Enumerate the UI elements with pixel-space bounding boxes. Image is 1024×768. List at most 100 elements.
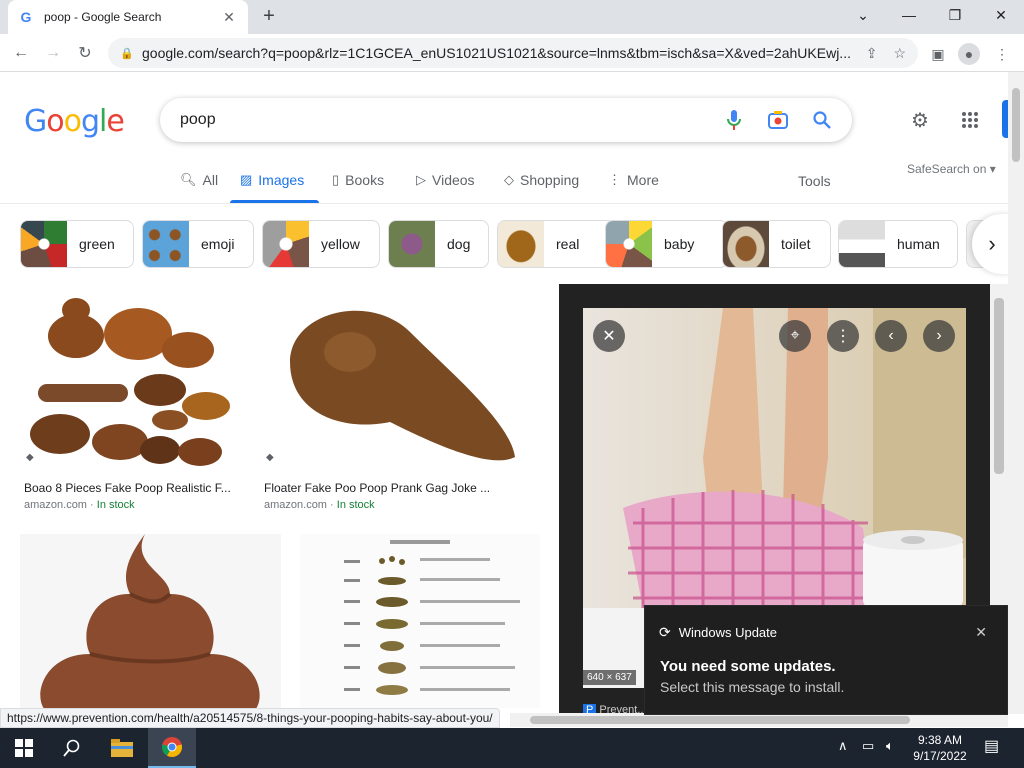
windows-update-notification[interactable]: ⟳ Windows Update ✕ You need some updates…: [644, 605, 1008, 715]
horizontal-scrollbar[interactable]: [510, 713, 1008, 727]
profile-avatar[interactable]: ●: [958, 43, 980, 65]
close-preview-icon[interactable]: ✕: [593, 320, 625, 352]
tab-videos[interactable]: ▷ Videos: [416, 172, 475, 188]
page-scrollbar[interactable]: [1008, 72, 1024, 714]
restore-button[interactable]: ❐: [932, 0, 978, 30]
tab-search-button[interactable]: ⌄: [840, 0, 886, 30]
scrollbar-thumb[interactable]: [1012, 88, 1020, 162]
clock-date: 9/17/2022: [913, 749, 967, 763]
image-result[interactable]: [20, 534, 281, 708]
camera-lens-icon[interactable]: [766, 108, 790, 132]
chip-thumbnail: [21, 221, 67, 267]
back-button[interactable]: ←: [8, 40, 34, 66]
chip-yellow[interactable]: yellow: [262, 220, 380, 268]
chip-baby[interactable]: baby: [605, 220, 728, 268]
scrollbar-thumb[interactable]: [994, 298, 1004, 474]
lock-icon: 🔒: [120, 48, 134, 60]
chip-label: green: [79, 236, 115, 252]
chip-toilet[interactable]: toilet: [722, 220, 831, 268]
tab-label: Images: [258, 172, 305, 188]
show-hidden-icons-icon[interactable]: ∧: [838, 738, 848, 754]
file-explorer-icon[interactable]: [98, 728, 146, 768]
result-caption[interactable]: Boao 8 Pieces Fake Poop Realistic F...: [24, 481, 231, 495]
reload-button[interactable]: ↻: [72, 40, 98, 66]
result-thumbnail[interactable]: [260, 292, 540, 472]
volume-icon[interactable]: 🔈︎: [886, 738, 894, 754]
scrollbar-thumb[interactable]: [530, 716, 910, 724]
result-thumbnail[interactable]: [300, 534, 540, 708]
tools-button[interactable]: Tools: [798, 173, 831, 189]
tab-books[interactable]: ▯ Books: [332, 172, 384, 188]
apps-grid-icon[interactable]: [958, 108, 982, 132]
address-bar[interactable]: 🔒 google.com/search?q=poop&rlz=1C1GCEA_e…: [108, 38, 918, 68]
chip-dog[interactable]: dog: [388, 220, 489, 268]
chip-emoji[interactable]: emoji: [142, 220, 254, 268]
image-result[interactable]: ◆ Boao 8 Pieces Fake Poop Realistic F...…: [20, 292, 240, 522]
result-thumbnail[interactable]: [20, 534, 281, 708]
tab-all[interactable]: 🔍︎ All: [180, 172, 218, 188]
search-icon: 🔍︎: [180, 172, 197, 187]
tab-images[interactable]: ▨ Images: [240, 172, 304, 188]
stock-status: In stock: [96, 499, 135, 511]
forward-button[interactable]: →: [40, 40, 66, 66]
price-tag-icon: ◆: [266, 452, 274, 463]
search-tabs: 🔍︎ All ▨ Images ▯ Books ▷ Videos ◇ Shopping ⋮…: [0, 160, 1010, 204]
chip-thumbnail: [263, 221, 309, 267]
tab-shopping[interactable]: ◇ Shopping: [504, 172, 579, 188]
google-logo[interactable]: Google: [24, 104, 125, 139]
close-notification-icon[interactable]: ✕: [975, 624, 987, 641]
next-image-icon[interactable]: ›: [923, 320, 955, 352]
microphone-icon[interactable]: [722, 108, 746, 132]
url-text: google.com/search?q=poop&rlz=1C1GCEA_enU…: [142, 45, 850, 61]
close-window-button[interactable]: ✕: [978, 0, 1024, 30]
browser-menu-icon[interactable]: ⋮: [990, 42, 1014, 66]
chrome-taskbar-icon[interactable]: [148, 728, 196, 768]
image-result[interactable]: ◆ Floater Fake Poo Poop Prank Gag Joke .…: [260, 292, 540, 522]
google-favicon-icon: G: [20, 9, 32, 25]
chip-thumbnail: [606, 221, 652, 267]
active-tab-indicator: [230, 200, 319, 203]
image-dimensions: 640 × 637: [583, 670, 636, 685]
status-bar-url: https://www.prevention.com/health/a20514…: [0, 708, 500, 728]
new-tab-button[interactable]: +: [258, 6, 280, 28]
chip-real[interactable]: real: [497, 220, 615, 268]
search-box: [160, 98, 852, 142]
search-icon[interactable]: [48, 728, 96, 768]
browser-tab[interactable]: G poop - Google Search ✕: [8, 0, 248, 34]
result-thumbnail[interactable]: [20, 292, 240, 472]
chip-thumbnail: [143, 221, 189, 267]
chip-thumbnail: [839, 221, 885, 267]
search-icon[interactable]: [810, 108, 834, 132]
result-caption[interactable]: Floater Fake Poo Poop Prank Gag Joke ...: [264, 481, 490, 495]
chip-green[interactable]: green: [20, 220, 134, 268]
close-tab-icon[interactable]: ✕: [220, 9, 238, 26]
tab-title: poop - Google Search: [44, 10, 162, 24]
settings-gear-icon[interactable]: ⚙: [908, 108, 932, 132]
chip-human[interactable]: human: [838, 220, 958, 268]
lens-search-icon[interactable]: ⌖: [779, 320, 811, 352]
previous-image-icon[interactable]: ‹: [875, 320, 907, 352]
image-result[interactable]: [300, 534, 540, 708]
network-icon[interactable]: ▭: [862, 738, 874, 754]
taskbar-clock[interactable]: 9:38 AM 9/17/2022: [906, 732, 974, 764]
start-button[interactable]: [0, 728, 48, 768]
chip-label: human: [897, 236, 940, 252]
tab-more[interactable]: ⋮ More: [608, 172, 659, 188]
action-center-icon[interactable]: ▤: [984, 736, 999, 756]
chip-label: toilet: [781, 236, 811, 252]
safesearch-label: SafeSearch on: [907, 162, 987, 176]
browser-toolbar: ← → ↻ 🔒 google.com/search?q=poop&rlz=1C1…: [0, 34, 1024, 72]
search-input[interactable]: [180, 111, 702, 129]
tag-icon: ◇: [504, 172, 514, 187]
share-icon[interactable]: ⇪: [866, 45, 878, 62]
source-domain: amazon.com: [264, 499, 327, 511]
minimize-button[interactable]: —: [886, 0, 932, 30]
toast-header: ⟳ Windows Update: [659, 624, 777, 641]
bookmark-star-icon[interactable]: ☆: [893, 45, 906, 62]
book-icon: ▯: [332, 172, 340, 187]
related-search-chips: green emoji yellow dog real baby toilet …: [20, 220, 1010, 268]
chip-thumbnail: [498, 221, 544, 267]
safesearch-toggle[interactable]: SafeSearch on ▾: [907, 162, 996, 176]
side-panel-icon[interactable]: ▣: [926, 42, 950, 66]
more-options-icon[interactable]: ⋮: [827, 320, 859, 352]
